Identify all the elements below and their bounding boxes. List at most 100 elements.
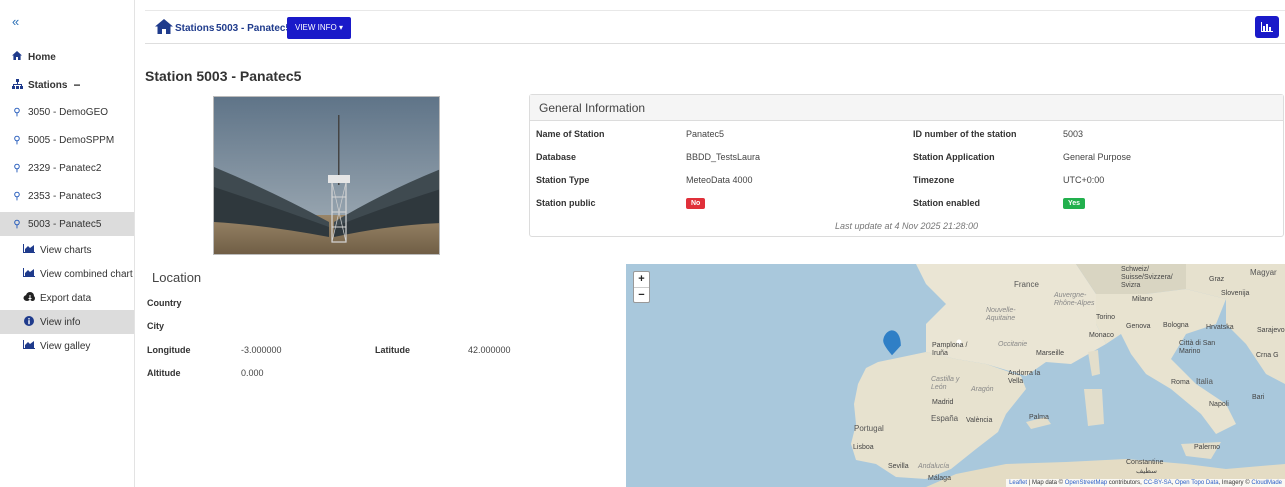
station-map[interactable]: France Schweiz/ Suisse/Svizzera/ Svizra …: [626, 264, 1285, 487]
map-marker-icon: ⚲: [13, 106, 21, 118]
chart-button[interactable]: [1255, 16, 1279, 38]
map-label: Milano: [1132, 296, 1153, 303]
map-label: Crna G: [1256, 352, 1279, 359]
sidebar-item-label: View info: [40, 316, 81, 328]
map-label: Schweiz/ Suisse/Svizzera/ Svizra: [1121, 266, 1173, 289]
type-value: MeteoData 4000: [686, 175, 753, 185]
map-label: Monaco: [1089, 332, 1114, 339]
breadcrumb-current[interactable]: 5003 - Panatec5: [216, 23, 291, 34]
app-root: « Home Stations − ⚲ 3050 - DemoGEO ⚲ 500…: [0, 0, 1285, 487]
sidebar-item-label: View charts: [40, 244, 92, 256]
altitude-value: 0.000: [241, 368, 264, 378]
map-label: Sarajevo: [1257, 327, 1285, 334]
sidebar-item-label: 2353 - Panatec3: [28, 190, 102, 202]
map-label: Lisboa: [853, 444, 874, 451]
map-marker-icon: ⚲: [13, 162, 21, 174]
map-label: Aragón: [971, 386, 994, 393]
sidebar-item-view-charts[interactable]: View charts: [0, 238, 134, 262]
map-label: Pamplona / Iruña: [932, 342, 968, 357]
sidebar-item-stations[interactable]: Stations −: [0, 73, 134, 97]
map-label: Graz: [1209, 276, 1225, 283]
home-icon: [10, 51, 24, 63]
map-label: Auvergne-Rhône-Alpes: [1054, 292, 1095, 307]
map-label: Andorra la Vella: [1008, 370, 1041, 385]
map-label: Marseille: [1036, 350, 1065, 357]
sidebar-item-view-info[interactable]: View info: [0, 310, 134, 334]
sidebar-item-label: 3050 - DemoGEO: [28, 106, 109, 118]
sidebar-item-label: Stations: [28, 79, 68, 91]
sidebar-item-station-active[interactable]: ⚲ 5003 - Panatec5: [0, 212, 134, 236]
osm-link[interactable]: OpenStreetMap: [1065, 480, 1107, 486]
sidebar-item-label: 2329 - Panatec2: [28, 162, 102, 174]
leaflet-link[interactable]: Leaflet: [1009, 480, 1027, 486]
sidebar-item-label: View combined chart: [40, 268, 133, 280]
topo-link[interactable]: Open Topo Data: [1175, 480, 1219, 486]
sidebar-item-station[interactable]: ⚲ 5005 - DemoSPPM: [0, 128, 134, 152]
info-circle-icon: [22, 315, 36, 329]
enabled-label: Station enabled: [913, 198, 981, 208]
latitude-label: Latitude: [375, 345, 410, 355]
map-label: Occitanie: [998, 341, 1028, 348]
public-label: Station public: [536, 198, 596, 208]
name-value: Panatec5: [686, 129, 725, 139]
sidebar-item-station[interactable]: ⚲ 3050 - DemoGEO: [0, 100, 134, 124]
view-info-dropdown-button[interactable]: VIEW INFO ▾: [287, 17, 352, 39]
map-label: Nouvelle-Aquitaine: [986, 307, 1016, 322]
home-icon[interactable]: [155, 19, 173, 35]
bar-chart-icon: [1261, 22, 1273, 32]
map-label: Roma: [1171, 379, 1190, 386]
map-label: Torino: [1096, 314, 1116, 321]
sidebar-item-label: 5005 - DemoSPPM: [28, 134, 115, 146]
map-label: Magyar: [1250, 268, 1277, 277]
name-label: Name of Station: [536, 129, 605, 139]
latitude-value: 42.000000: [468, 345, 511, 355]
map-marker-icon: ⚲: [13, 190, 21, 202]
sidebar-item-home[interactable]: Home: [0, 45, 134, 69]
city-label: City: [147, 321, 165, 331]
sidebar-item-view-combined-chart[interactable]: View combined chart: [0, 262, 134, 286]
sidebar-item-label: Export data: [40, 292, 92, 304]
sitemap-icon: [10, 78, 24, 92]
page-title: Station 5003 - Panatec5: [145, 68, 302, 84]
map-label: Bologna: [1163, 322, 1189, 329]
sidebar-item-label: 5003 - Panatec5: [28, 218, 102, 230]
sidebar-item-station[interactable]: ⚲ 2353 - Panatec3: [0, 184, 134, 208]
map-label: Sevilla: [888, 463, 909, 470]
country-label: Country: [147, 298, 182, 308]
id-label: ID number of the station: [913, 129, 1017, 139]
zoom-out-button[interactable]: −: [634, 287, 649, 302]
sidebar-item-label: View galley: [40, 340, 91, 352]
panel-title: General Information: [530, 95, 1283, 121]
sidebar: « Home Stations − ⚲ 3050 - DemoGEO ⚲ 500…: [0, 0, 135, 487]
area-chart-icon: [22, 268, 36, 280]
sidebar-item-export-data[interactable]: Export data: [0, 286, 134, 310]
topbar: Stations 5003 - Panatec5 VIEW INFO ▾: [145, 10, 1285, 44]
map-label: Palermo: [1194, 444, 1221, 451]
timezone-value: UTC+0:00: [1063, 175, 1105, 185]
zoom-in-button[interactable]: +: [634, 272, 649, 287]
map-label: Málaga: [928, 475, 951, 482]
map-label: France: [1014, 280, 1039, 289]
sidebar-item-view-galley[interactable]: View galley: [0, 334, 134, 358]
attribution-text: , Imagery ©: [1218, 480, 1252, 486]
map-label: España: [931, 414, 959, 423]
type-label: Station Type: [536, 175, 590, 185]
collapse-stations-icon[interactable]: −: [73, 78, 80, 92]
sidebar-item-label: Home: [28, 51, 56, 63]
breadcrumb-stations[interactable]: Stations: [175, 23, 214, 34]
map-label: سطيف: [1136, 468, 1157, 475]
database-value: BBDD_TestsLaura: [686, 152, 761, 162]
cloudmade-link[interactable]: CloudMade: [1251, 480, 1282, 486]
map-label: Castilla y León: [931, 376, 960, 391]
sidebar-item-station[interactable]: ⚲ 2329 - Panatec2: [0, 156, 134, 180]
map-label: Slovenija: [1221, 290, 1250, 297]
attribution-text: contributors,: [1107, 480, 1144, 486]
map-label: Napoli: [1209, 401, 1229, 408]
map-label: Bari: [1252, 394, 1265, 401]
license-link[interactable]: CC-BY-SA: [1143, 480, 1171, 486]
altitude-label: Altitude: [147, 368, 181, 378]
map-label: Italia: [1196, 377, 1213, 386]
last-update-text: Last update at 4 Nov 2025 21:28:00: [834, 221, 979, 231]
collapse-sidebar-icon[interactable]: «: [12, 14, 19, 29]
application-value: General Purpose: [1063, 152, 1132, 162]
